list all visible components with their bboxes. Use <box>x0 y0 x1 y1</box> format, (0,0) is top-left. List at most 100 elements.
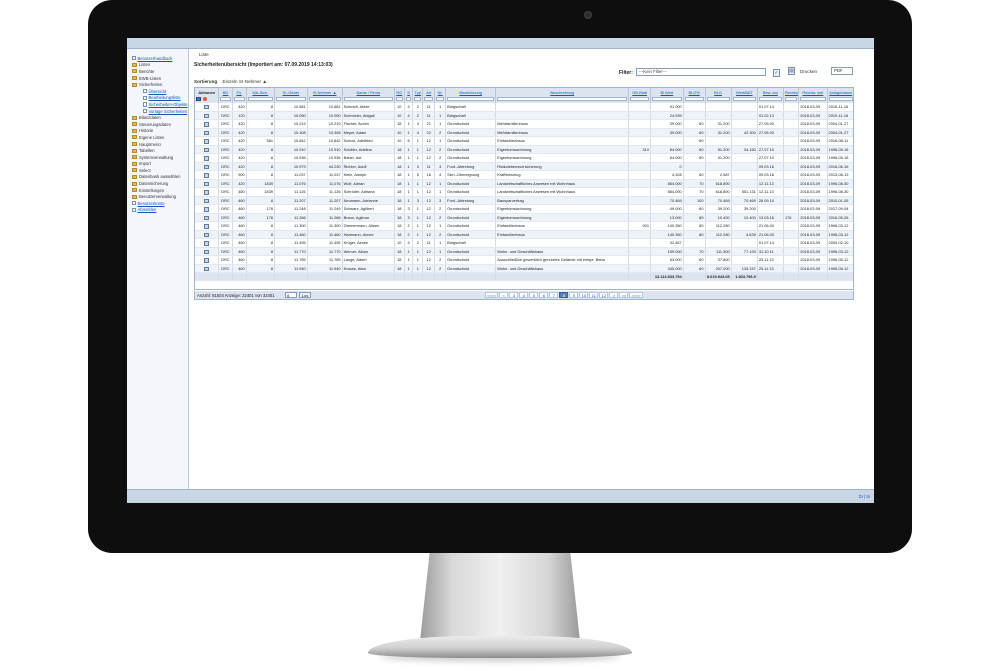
column-header[interactable]: Fil. <box>232 88 247 96</box>
save-icon[interactable] <box>196 96 201 102</box>
edit-record-icon[interactable] <box>204 164 210 170</box>
column-header[interactable]: Bezeichnung <box>445 88 497 96</box>
pagination-item[interactable]: 8 <box>559 292 569 298</box>
column-filter-input[interactable] <box>495 96 630 103</box>
column-filter-input[interactable] <box>628 96 652 103</box>
statusbar-link[interactable]: DI | Si <box>859 494 870 499</box>
column-filter-input[interactable] <box>307 96 343 103</box>
column-header[interactable]: BLG <box>705 88 732 96</box>
row-action-cell[interactable] <box>195 145 220 155</box>
column-filter-input[interactable] <box>342 96 395 103</box>
edit-record-icon[interactable] <box>204 139 210 144</box>
sidebar-item[interactable]: Abmelden <box>132 207 188 214</box>
sidebar-item[interactable]: Sicherheiten-Objekte <box>132 101 188 108</box>
sidebar-item[interactable]: Listen <box>132 62 188 69</box>
table-row[interactable]: DRC 460 8 11.460 11.460 Hartmann, Aimee 18 2 1 12… <box>195 230 853 240</box>
row-action-cell[interactable] <box>195 162 220 172</box>
column-header[interactable]: Rechtsw. <box>783 88 800 96</box>
row-action-cell[interactable] <box>195 153 220 163</box>
column-filter-input[interactable] <box>783 96 800 103</box>
sidebar-item[interactable]: Tabellen <box>132 147 188 154</box>
row-action-cell[interactable] <box>195 213 220 223</box>
column-header[interactable]: Typ <box>412 88 424 96</box>
pagination-item[interactable]: <<<< <box>485 292 499 298</box>
edit-record-icon[interactable] <box>204 113 210 119</box>
sidebar-item[interactable]: Sicherheiten <box>132 81 188 88</box>
sidebar-item[interactable]: Datenbank auswählen <box>132 174 188 181</box>
table-row[interactable]: DRC 420 8 10.936 10.936 Bauer, Adi 18 1 1 12 2 Grun… <box>195 153 853 163</box>
sidebar-item[interactable]: EWB-Listen <box>132 75 188 82</box>
edit-record-icon[interactable] <box>204 249 210 255</box>
edit-record-icon[interactable] <box>204 258 210 263</box>
edit-record-icon[interactable] <box>204 130 210 136</box>
column-filter-input[interactable] <box>683 96 706 103</box>
pagination-item[interactable]: 5 <box>529 292 539 298</box>
tab-liste[interactable]: Liste <box>199 52 209 57</box>
column-header[interactable]: Bew. am <box>757 88 784 96</box>
edit-record-icon[interactable] <box>204 215 210 221</box>
sidebar-item[interactable]: Bilanzdaten <box>132 114 188 121</box>
column-filter-input[interactable] <box>434 96 447 103</box>
table-row[interactable]: DRC 460 8 11.789 11.789 Lange, Albert 18 1 1 12 2 G… <box>195 255 853 265</box>
column-filter-input[interactable] <box>412 96 424 103</box>
table-row[interactable]: DRC 420 8 10.979 44.230 Richter, Adolf 18 1 3 11 3… <box>195 162 853 172</box>
row-action-cell[interactable] <box>195 128 220 138</box>
column-header[interactable]: RG <box>394 88 405 96</box>
pagination-item[interactable]: 7 <box>549 292 559 298</box>
sidebar-item[interactable]: Systemverwaltung <box>132 154 188 161</box>
row-action-cell[interactable] <box>195 111 220 121</box>
sidebar-item[interactable]: Import <box>132 161 188 168</box>
row-action-cell[interactable] <box>195 102 220 112</box>
row-action-cell[interactable] <box>195 179 220 189</box>
edit-record-icon[interactable] <box>204 232 210 238</box>
sidebar-item[interactable]: Bearbeitungsliste <box>132 95 188 102</box>
column-filter-input[interactable] <box>827 96 853 103</box>
column-header[interactable]: Si.-Geber <box>274 88 308 96</box>
filter-select[interactable]: ---Kein Filter--- <box>636 68 766 76</box>
column-header[interactable]: Art <box>422 88 436 96</box>
pagination-item[interactable]: 10 <box>579 292 589 298</box>
sidebar-item[interactable]: Eigene Listen <box>132 134 188 141</box>
table-row[interactable]: DRC 460 8 11.207 11.207 Neumann, Adrianne 18 1 3… <box>195 196 853 206</box>
print-icon[interactable]: ▤ <box>788 67 795 75</box>
edit-record-icon[interactable] <box>204 266 210 272</box>
column-header[interactable]: BG <box>218 88 233 96</box>
table-row[interactable]: DRC 460 176 11.266 11.266 Braun, Agilmar 18 3 1 1… <box>195 213 853 223</box>
row-action-cell[interactable] <box>195 187 220 197</box>
column-filter-input[interactable] <box>445 96 497 103</box>
pagination-item[interactable]: >> <box>619 292 629 298</box>
column-header[interactable]: MA-Sich. <box>246 88 276 96</box>
row-action-cell[interactable] <box>195 136 220 146</box>
pagination-item[interactable]: 12 <box>599 292 609 298</box>
table-row[interactable]: DRC 420 8 10.681 10.681 Schmidt, Abbie 10 4 2 11 1… <box>195 102 853 112</box>
pagination-item[interactable]: 11 <box>589 292 599 298</box>
table-row[interactable]: DRC 420 8 10.219 10.219 Fischer, Achim 18 1 4 21 1… <box>195 119 853 129</box>
column-filter-input[interactable] <box>650 96 684 103</box>
table-row[interactable]: DRC 420 8 10.910 10.910 Schäfer, Adelina 18 1 1 1… <box>195 145 853 155</box>
edit-record-icon[interactable] <box>204 207 210 212</box>
sidebar-item[interactable]: Hauptmenü <box>132 141 188 148</box>
table-row[interactable]: DRC 420 8 10.308 10.308 Meyer, Adam 10 1 4 22 2 Gru… <box>195 128 853 138</box>
column-header[interactable]: Nr. <box>434 88 447 96</box>
sidebar-item[interactable]: Benutzerhandbuck <box>132 55 188 62</box>
table-row[interactable]: DRC 460 8 11.940 11.940 Krause, Alea 18 1 1 12 2 Gr… <box>195 264 853 274</box>
sidebar-item[interactable]: Datensicherung <box>132 180 188 187</box>
row-action-cell[interactable] <box>195 170 220 180</box>
edit-record-icon[interactable] <box>204 173 210 178</box>
pagination-item[interactable]: 4 <box>519 292 529 298</box>
row-action-cell[interactable] <box>195 204 220 214</box>
column-header[interactable]: GB-Blatt <box>628 88 652 96</box>
column-filter-input[interactable] <box>731 96 758 103</box>
sidebar-item[interactable]: Historie <box>132 128 188 135</box>
table-row[interactable]: DRC 460 8 11.770 11.770 Werner, Alban 18 1 1 12 1 G… <box>195 247 853 257</box>
column-header[interactable]: Beschreibung <box>495 88 630 96</box>
table-row[interactable]: DRC 420 561 10.842 10.842 Schulz, Adelfried 10… <box>195 136 853 146</box>
pagination-item[interactable]: 6 <box>539 292 549 298</box>
edit-record-icon[interactable] <box>204 224 210 229</box>
column-filter-input[interactable] <box>798 96 828 103</box>
column-filter-input[interactable] <box>404 96 414 103</box>
pagination-item[interactable]: < <box>499 292 509 298</box>
delete-icon[interactable] <box>202 96 207 102</box>
edit-record-icon[interactable] <box>204 122 210 127</box>
pagination-item[interactable]: >>>> <box>629 292 643 298</box>
